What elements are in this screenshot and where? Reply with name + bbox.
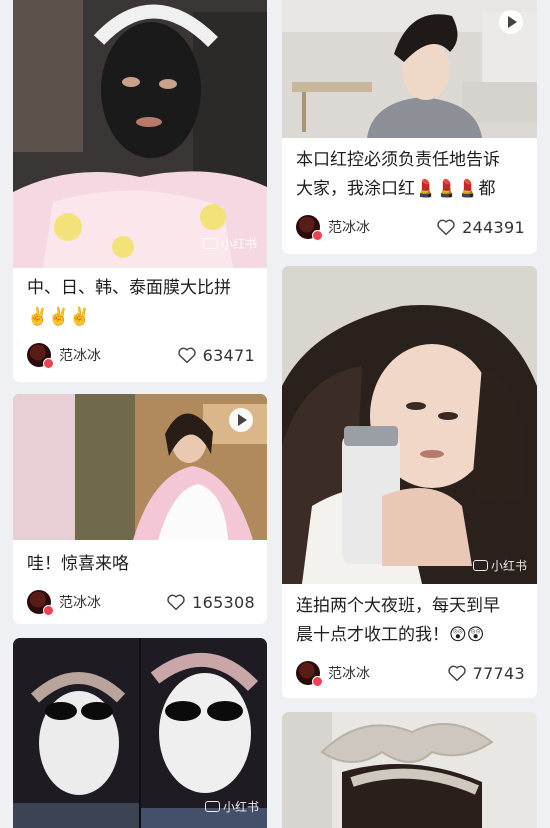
avatar[interactable] [27,343,54,369]
post-card[interactable]: 本口红控必须负责任地告诉 大家，我涂口红💄💄💄都 范冰冰 244391 [282,0,537,254]
post-meta: 范冰冰 244391 [296,214,525,241]
verified-badge-icon [312,230,323,241]
post-meta: 范冰冰 77743 [296,660,525,687]
post-image[interactable]: 小红书 [13,0,267,268]
camera-icon [472,560,488,571]
camera-icon [202,238,218,249]
author-name[interactable]: 范冰冰 [59,345,101,365]
post-meta: 范冰冰 63471 [27,342,255,369]
post-card[interactable]: 小红书 连拍两个大夜班，每天到早 晨十点才收工的我！😲😲 范冰冰 77743 [282,266,537,698]
post-caption: 哇！惊喜来咯 [27,550,255,579]
post-caption: 连拍两个大夜班，每天到早 晨十点才收工的我！😲😲 [296,592,525,650]
caption-line: 大家，我涂口红💄💄💄都 [296,179,496,199]
caption-line: 本口红控必须负责任地告诉 [296,150,500,170]
post-meta: 范冰冰 165308 [27,589,255,616]
verified-badge-icon [43,605,54,616]
post-image[interactable]: 小红书 [13,638,267,828]
like-count: 63471 [202,345,255,365]
camera-icon [204,801,220,812]
watermark-text: 小红书 [490,559,527,573]
heart-outline-icon [437,219,455,236]
like-count: 244391 [462,217,525,237]
xiaohongshu-watermark: 小红书 [202,235,257,252]
author-name[interactable]: 范冰冰 [59,592,101,612]
caption-line: 中、日、韩、泰面膜大比拼 [27,278,231,298]
caption-line: ✌️✌️✌️ [27,307,91,327]
xiaohongshu-watermark: 小红书 [204,798,259,815]
like-count: 165308 [192,592,255,612]
post-card[interactable] [282,712,537,828]
heart-outline-icon [167,594,185,611]
play-icon[interactable] [499,10,523,34]
like-button[interactable]: 77743 [447,664,525,683]
post-caption: 中、日、韩、泰面膜大比拼 ✌️✌️✌️ [27,274,255,332]
watermark-text: 小红书 [220,237,257,251]
caption-line: 晨十点才收工的我！😲😲 [296,625,485,645]
author-name[interactable]: 范冰冰 [328,217,370,237]
post-image[interactable] [13,394,267,540]
post-image[interactable] [282,0,537,138]
post-image[interactable]: 小红书 [282,266,537,584]
avatar[interactable] [27,590,54,616]
caption-line: 哇！惊喜来咯 [27,554,129,574]
like-button[interactable]: 63471 [177,346,255,365]
author-name[interactable]: 范冰冰 [328,663,370,683]
avatar[interactable] [296,661,323,687]
play-icon[interactable] [229,408,253,432]
post-card[interactable]: 哇！惊喜来咯 范冰冰 165308 [13,394,267,624]
post-image[interactable] [282,712,537,828]
watermark-text: 小红书 [222,800,259,814]
caption-line: 连拍两个大夜班，每天到早 [296,596,500,616]
verified-badge-icon [43,358,54,369]
verified-badge-icon [312,676,323,687]
heart-outline-icon [177,347,196,364]
post-caption: 本口红控必须负责任地告诉 大家，我涂口红💄💄💄都 [296,146,525,204]
avatar[interactable] [296,215,323,241]
like-button[interactable]: 165308 [166,593,255,612]
heart-outline-icon [447,665,466,682]
post-card[interactable]: 小红书 中、日、韩、泰面膜大比拼 ✌️✌️✌️ 范冰冰 63471 [13,0,267,382]
like-count: 77743 [472,663,525,683]
post-card[interactable]: 小红书 [13,638,267,828]
like-button[interactable]: 244391 [436,218,525,237]
xiaohongshu-watermark: 小红书 [472,557,527,574]
